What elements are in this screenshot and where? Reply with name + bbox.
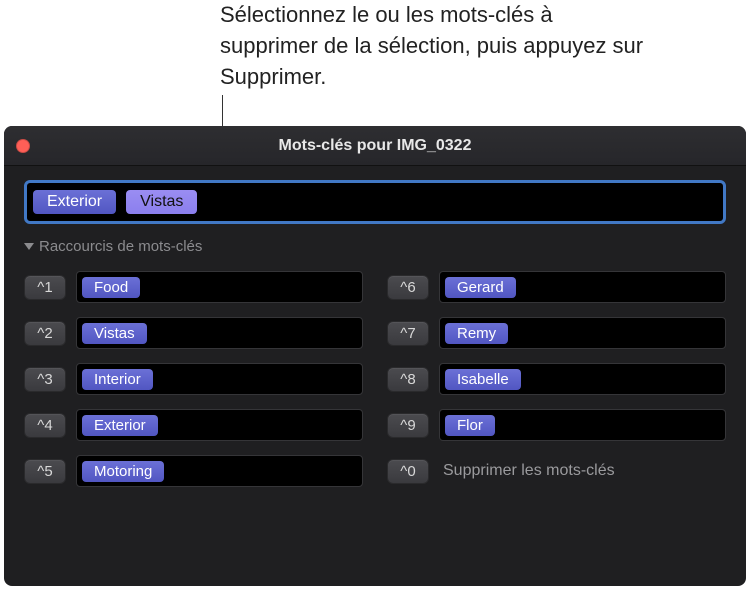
chevron-down-icon	[24, 243, 34, 250]
keywords-window: Mots-clés pour IMG_0322 Exterior Vistas …	[4, 126, 746, 586]
shortcut-pill-interior[interactable]: Interior	[82, 369, 153, 390]
titlebar: Mots-clés pour IMG_0322	[4, 126, 746, 166]
keyword-pill-vistas-selected[interactable]: Vistas	[126, 190, 197, 214]
shortcuts-disclosure-header[interactable]: Raccourcis de mots-clés	[24, 238, 726, 255]
shortcut-slot-8[interactable]: Isabelle	[439, 363, 726, 395]
shortcut-key-7[interactable]: ^7	[387, 321, 429, 346]
shortcut-slot-9[interactable]: Flor	[439, 409, 726, 441]
shortcut-key-6[interactable]: ^6	[387, 275, 429, 300]
keyword-pill-exterior[interactable]: Exterior	[33, 190, 116, 214]
shortcut-pill-remy[interactable]: Remy	[445, 323, 508, 344]
shortcut-slot-1[interactable]: Food	[76, 271, 363, 303]
shortcut-pill-gerard[interactable]: Gerard	[445, 277, 516, 298]
shortcut-key-3[interactable]: ^3	[24, 367, 66, 392]
shortcut-pill-exterior[interactable]: Exterior	[82, 415, 158, 436]
shortcut-key-4[interactable]: ^4	[24, 413, 66, 438]
shortcut-key-1[interactable]: ^1	[24, 275, 66, 300]
shortcut-key-5[interactable]: ^5	[24, 459, 66, 484]
shortcut-pill-isabelle[interactable]: Isabelle	[445, 369, 521, 390]
shortcut-row-7: ^7 Remy	[387, 317, 726, 349]
shortcut-row-3: ^3 Interior	[24, 363, 363, 395]
shortcut-row-8: ^8 Isabelle	[387, 363, 726, 395]
shortcut-slot-3[interactable]: Interior	[76, 363, 363, 395]
window-title: Mots-clés pour IMG_0322	[4, 137, 746, 155]
shortcut-slot-4[interactable]: Exterior	[76, 409, 363, 441]
shortcut-slot-6[interactable]: Gerard	[439, 271, 726, 303]
remove-keywords-label[interactable]: Supprimer les mots-clés	[443, 462, 615, 480]
shortcut-pill-food[interactable]: Food	[82, 277, 140, 298]
shortcut-slot-2[interactable]: Vistas	[76, 317, 363, 349]
shortcut-key-0[interactable]: ^0	[387, 459, 429, 484]
shortcut-pill-flor[interactable]: Flor	[445, 415, 495, 436]
window-content: Exterior Vistas Raccourcis de mots-clés …	[4, 166, 746, 497]
shortcut-row-9: ^9 Flor	[387, 409, 726, 441]
shortcut-pill-motoring[interactable]: Motoring	[82, 461, 164, 482]
shortcut-row-6: ^6 Gerard	[387, 271, 726, 303]
shortcut-row-1: ^1 Food	[24, 271, 363, 303]
shortcut-row-2: ^2 Vistas	[24, 317, 363, 349]
callout-text: Sélectionnez le ou les mots-clés à suppr…	[220, 0, 650, 92]
shortcut-key-8[interactable]: ^8	[387, 367, 429, 392]
shortcut-key-2[interactable]: ^2	[24, 321, 66, 346]
shortcut-pill-vistas[interactable]: Vistas	[82, 323, 147, 344]
shortcuts-grid: ^1 Food ^6 Gerard ^2 Vistas ^7	[24, 271, 726, 487]
shortcut-slot-7[interactable]: Remy	[439, 317, 726, 349]
shortcut-row-4: ^4 Exterior	[24, 409, 363, 441]
applied-keywords-field[interactable]: Exterior Vistas	[24, 180, 726, 224]
shortcut-slot-5[interactable]: Motoring	[76, 455, 363, 487]
shortcut-row-0: ^0 Supprimer les mots-clés	[387, 455, 726, 487]
section-header-label: Raccourcis de mots-clés	[39, 238, 202, 255]
shortcut-key-9[interactable]: ^9	[387, 413, 429, 438]
shortcut-row-5: ^5 Motoring	[24, 455, 363, 487]
